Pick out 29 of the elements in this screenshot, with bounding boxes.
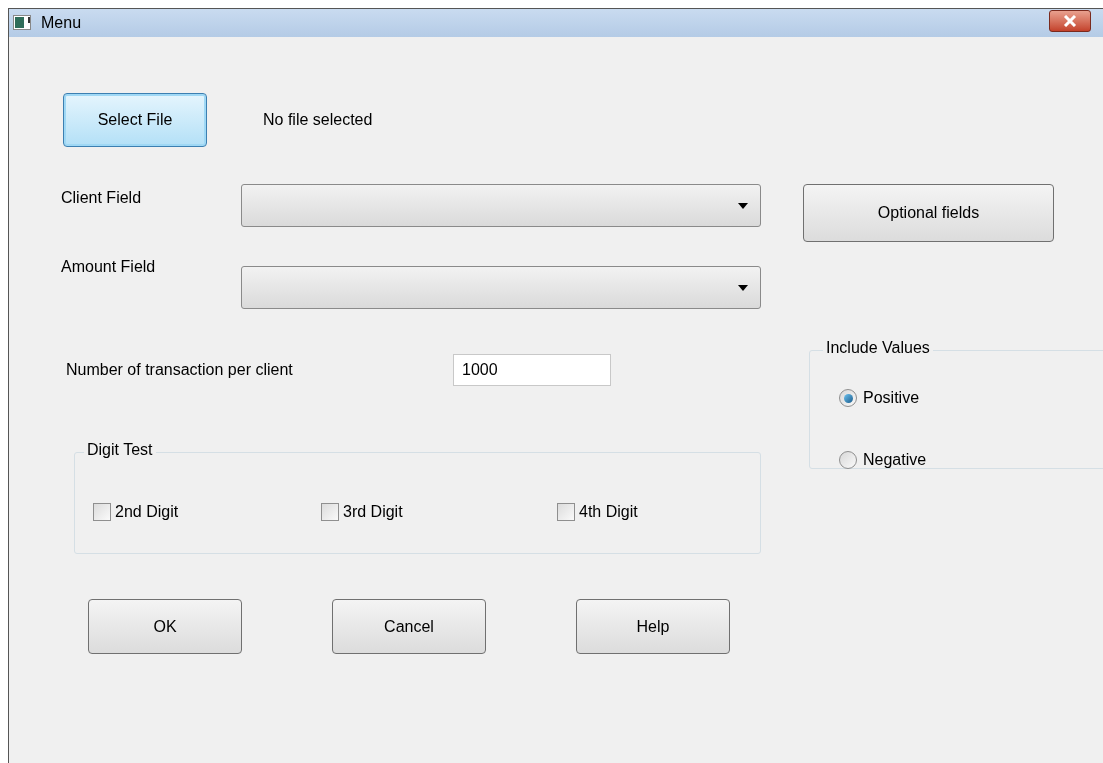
dialog-button[interactable]: OK [88, 599, 242, 654]
close-button[interactable] [1049, 10, 1091, 32]
checkbox[interactable] [93, 503, 111, 521]
radio-label: Negative [863, 450, 927, 470]
checkbox-label: 3rd Digit [343, 502, 403, 522]
input-field[interactable]: 1000 [453, 354, 611, 386]
radio-label: Positive [863, 388, 920, 408]
radio-button[interactable] [839, 389, 857, 407]
dropdown-arrow-icon [738, 284, 748, 291]
select-file-button[interactable]: Select File [63, 93, 207, 147]
checkbox-label: 4th Digit [579, 502, 638, 522]
dropdown[interactable] [241, 184, 761, 227]
checkbox[interactable] [321, 503, 339, 521]
field-value: 1000 [462, 360, 498, 380]
radio-button[interactable] [839, 451, 857, 469]
optional-fields-button[interactable]: Optional fields [803, 184, 1054, 242]
dialog-button[interactable]: Help [576, 599, 730, 654]
dropdown-arrow-icon [738, 202, 748, 209]
field-label: Amount Field [61, 257, 157, 277]
close-icon [1063, 15, 1077, 27]
field-label: Number of transaction per client [66, 360, 294, 380]
dialog-button[interactable]: Cancel [332, 599, 486, 654]
field-label: Client Field [61, 188, 143, 208]
checkbox-label: 2nd Digit [115, 502, 179, 522]
dropdown[interactable] [241, 266, 761, 309]
app-icon [13, 15, 33, 31]
window-title: Menu [41, 13, 82, 33]
file-status-text: No file selected [263, 110, 373, 130]
checkbox[interactable] [557, 503, 575, 521]
